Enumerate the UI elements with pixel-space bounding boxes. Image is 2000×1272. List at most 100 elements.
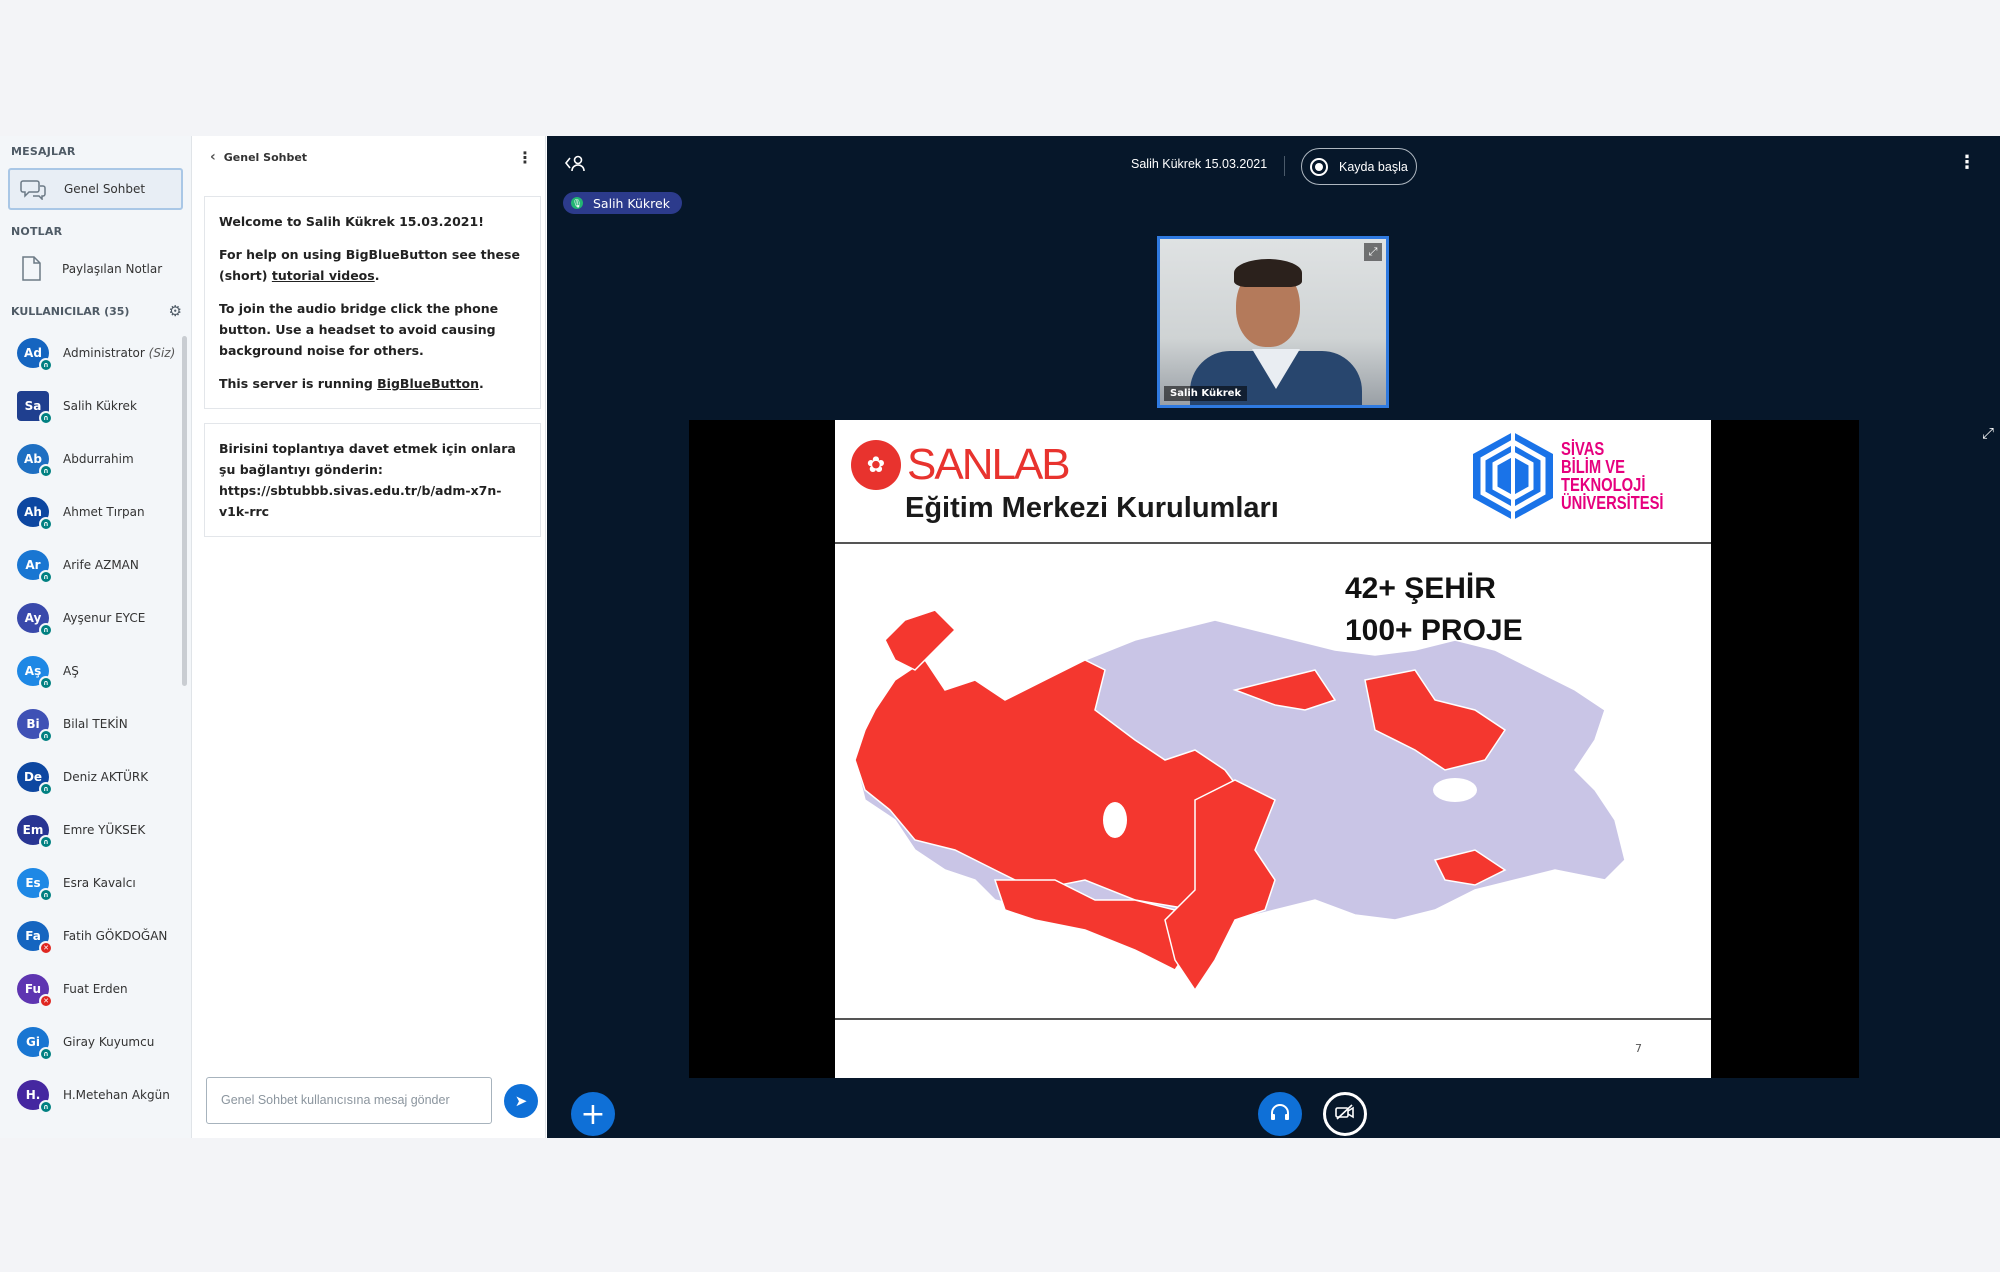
- user-list-toggle-icon[interactable]: [564, 154, 586, 176]
- user-list-item[interactable]: Es ∩ Esra Kavalcı: [0, 856, 184, 909]
- plus-icon: +: [580, 1096, 606, 1132]
- user-list-item[interactable]: Ar ∩ Arife AZMAN: [0, 538, 184, 591]
- headphones-icon: ∩: [39, 781, 53, 796]
- actions-button[interactable]: +: [571, 1092, 615, 1136]
- tutorial-videos-link[interactable]: tutorial videos: [272, 268, 375, 283]
- server-text: This server is running: [219, 376, 378, 391]
- invite-message: Birisini toplantıya davet etmek için onl…: [204, 423, 541, 537]
- user-list-item[interactable]: Bi ∩ Bilal TEKİN: [0, 697, 184, 750]
- record-label: Kayda başla: [1339, 159, 1408, 174]
- headphones-icon: ∩: [39, 357, 53, 372]
- welcome-message: Welcome to Salih Kükrek 15.03.2021! For …: [204, 196, 541, 409]
- map-region-active: [884, 609, 957, 671]
- avatar: Ad ∩: [17, 337, 53, 372]
- avatar: De ∩: [17, 761, 53, 796]
- user-list-item[interactable]: Ad ∩ Administrator (Siz): [0, 326, 184, 379]
- headphones-icon: ∩: [39, 516, 53, 531]
- slide-page-number: 7: [1635, 1042, 1642, 1055]
- shared-notes-item[interactable]: Paylaşılan Notlar: [8, 248, 183, 290]
- headphones-icon: ∩: [39, 887, 53, 902]
- send-button[interactable]: ➤: [504, 1084, 538, 1118]
- expand-icon[interactable]: ⤢: [1364, 243, 1382, 261]
- bigbluebutton-link[interactable]: BigBlueButton: [377, 376, 479, 391]
- headphones-icon: ∩: [39, 569, 53, 584]
- public-chat-item[interactable]: Genel Sohbet: [8, 168, 183, 210]
- header-divider: [1284, 156, 1285, 176]
- slide-divider-bottom: [835, 1018, 1711, 1020]
- record-icon: [1310, 157, 1328, 176]
- audio-button[interactable]: [1258, 1092, 1302, 1136]
- chat-back-button[interactable]: ‹ Genel Sohbet: [210, 149, 307, 165]
- avatar: Fa ✕: [17, 920, 53, 955]
- camera-off-icon: [1335, 1104, 1355, 1124]
- user-list-item[interactable]: Em ∩ Emre YÜKSEK: [0, 803, 184, 856]
- avatar: Gi ∩: [17, 1026, 53, 1061]
- users-list: Ad ∩ Administrator (Siz) Sa ∩ Salih Kükrek Ab ∩…: [0, 326, 184, 1138]
- options-menu-icon[interactable]: ⋮: [1958, 152, 1976, 173]
- university-logo: SİVAS BİLİM VE TEKNOLOJİ ÜNİVERSİTESİ: [1469, 428, 1711, 524]
- user-name: Fatih GÖKDOĞAN: [63, 928, 168, 943]
- avatar: H. ∩: [17, 1079, 53, 1114]
- avatar: Bi ∩: [17, 708, 53, 743]
- user-list-item[interactable]: Fu ✕ Fuat Erden: [0, 962, 184, 1015]
- user-list-item[interactable]: Aş ∩ AŞ: [0, 644, 184, 697]
- headphones-icon: [1270, 1102, 1290, 1126]
- gear-icon[interactable]: ⚙: [169, 302, 182, 320]
- avatar: Fu ✕: [17, 973, 53, 1008]
- headphones-icon: ∩: [39, 622, 53, 637]
- messages-section-label: MESAJLAR: [11, 145, 76, 158]
- user-name: Esra Kavalcı: [63, 875, 136, 890]
- user-list-item[interactable]: Gi ∩ Giray Kuyumcu: [0, 1015, 184, 1068]
- chat-icon: [18, 175, 48, 203]
- user-list-item[interactable]: Ay ∩ Ayşenur EYCE: [0, 591, 184, 644]
- user-list-item[interactable]: De ∩ Deniz AKTÜRK: [0, 750, 184, 803]
- university-emblem-icon: [1469, 428, 1557, 524]
- turkey-map: [854, 609, 1626, 992]
- user-list-item[interactable]: H. ∩ H.Metehan Akgün: [0, 1068, 184, 1121]
- sanlab-emblem-icon: ✿: [851, 440, 901, 490]
- user-name: Giray Kuyumcu: [63, 1034, 155, 1049]
- sanlab-logo-text: SANLAB: [907, 440, 1071, 489]
- user-list-item[interactable]: Ab ∩ Abdurrahim: [0, 432, 184, 485]
- chat-options-icon[interactable]: ⋮: [517, 148, 533, 167]
- user-name: Salih Kükrek: [63, 398, 137, 413]
- webcam-video[interactable]: Salih Kükrek ⤢: [1157, 236, 1389, 408]
- headphones-icon: ∩: [39, 1046, 53, 1061]
- avatar: Ay ∩: [17, 602, 53, 637]
- lake-van: [1433, 778, 1477, 802]
- avatar: Es ∩: [17, 867, 53, 902]
- headphones-icon: ∩: [39, 834, 53, 849]
- talking-user-name: Salih Kükrek: [593, 195, 670, 211]
- webcam-user-name: Salih Kükrek: [1164, 386, 1248, 401]
- user-name: Ahmet Tırpan: [63, 504, 145, 519]
- chat-title: Genel Sohbet: [223, 150, 308, 164]
- document-icon: [16, 255, 46, 283]
- invite-text: Birisini toplantıya davet etmek için onl…: [219, 441, 516, 477]
- user-name: AŞ: [63, 663, 79, 678]
- user-list-item[interactable]: Fa ✕ Fatih GÖKDOĞAN: [0, 909, 184, 962]
- user-name: Ayşenur EYCE: [63, 610, 146, 625]
- headphones-icon: ∩: [39, 728, 53, 743]
- invite-url[interactable]: https://sbtubbb.sivas.edu.tr/b/adm-x7n-v…: [219, 480, 526, 522]
- user-list-item[interactable]: Ah ∩ Ahmet Tırpan: [0, 485, 184, 538]
- slide-title: Eğitim Merkezi Kurulumları: [905, 492, 1279, 524]
- presentation-slide[interactable]: ✿ SANLAB Eğitim Merkezi Kurulumları SİVA…: [835, 420, 1711, 1078]
- record-button[interactable]: Kayda başla: [1301, 148, 1417, 185]
- talking-indicator[interactable]: 🎙 Salih Kükrek: [563, 192, 682, 214]
- headphones-icon: ∩: [39, 1099, 53, 1114]
- headphones-icon: ∩: [39, 675, 53, 690]
- user-list-item[interactable]: Sa ∩ Salih Kükrek: [0, 379, 184, 432]
- chat-message-input[interactable]: Genel Sohbet kullanıcısına mesaj gönder: [206, 1077, 492, 1124]
- sanlab-logo: ✿ SANLAB: [851, 440, 1071, 490]
- fullscreen-icon[interactable]: ⤢: [1982, 424, 1994, 442]
- shared-notes-label: Paylaşılan Notlar: [62, 262, 163, 276]
- slide-divider-top: [835, 542, 1711, 544]
- university-name: SİVAS BİLİM VE TEKNOLOJİ ÜNİVERSİTESİ: [1561, 439, 1664, 513]
- avatar: Aş ∩: [17, 655, 53, 690]
- user-name: Deniz AKTÜRK: [63, 769, 149, 784]
- public-chat-label: Genel Sohbet: [64, 182, 146, 196]
- headphones-icon: ∩: [39, 410, 53, 425]
- presentation-area: Salih Kükrek 15.03.2021 Kayda başla ⋮ 🎙 …: [547, 136, 2000, 1138]
- user-list-scrollbar[interactable]: [182, 336, 187, 686]
- camera-button[interactable]: [1323, 1092, 1367, 1136]
